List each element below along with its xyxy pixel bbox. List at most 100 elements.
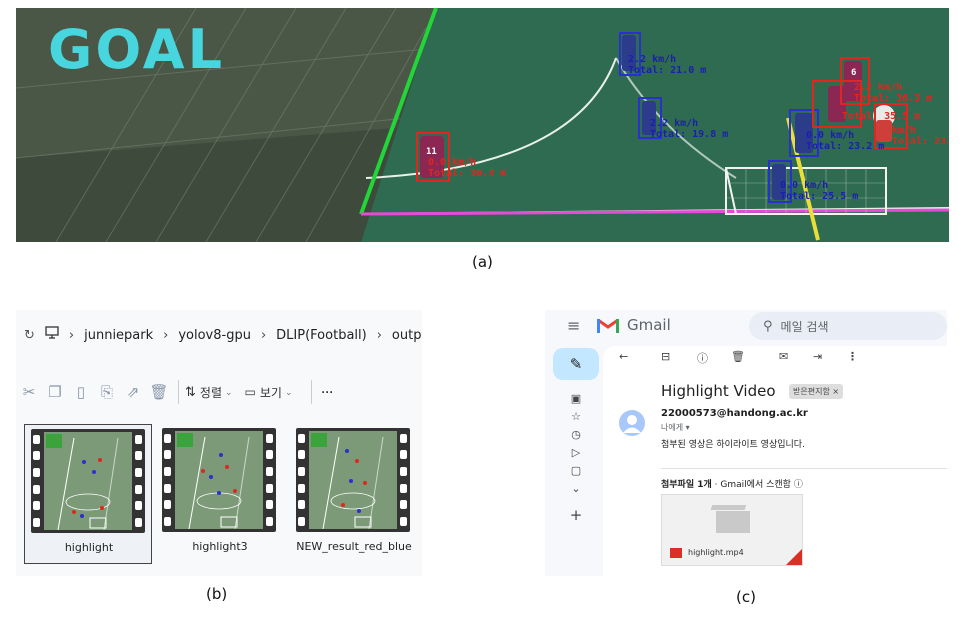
- track-total: Total: 23.2 m: [806, 141, 885, 152]
- track-total: Total: 25.5 m: [780, 191, 859, 202]
- avatar: [619, 410, 645, 436]
- send-icon[interactable]: ▷: [553, 446, 599, 460]
- gmail-window: ≡ Gmail ⚲ 메일 검색 ✎ ▣ ☆ ◷ ▷ ▢ ⌄ + ← ⊟ ⓘ 🗑 …: [545, 310, 947, 576]
- breadcrumb-item[interactable]: yolov8-gpu: [178, 328, 251, 343]
- divider: [661, 468, 947, 469]
- more-vert-icon[interactable]: ⋮: [847, 350, 858, 363]
- file-item[interactable]: NEW_result_red_blue: [290, 424, 418, 564]
- more-chevron-icon[interactable]: ⌄: [553, 482, 599, 496]
- cut-icon[interactable]: ✂: [16, 380, 42, 404]
- command-bar: ✂ ❐ ▯ ⎘ ⇗ 🗑 ⇅ 정렬 ⌄ ▭ 보기 ⌄ ···: [16, 372, 422, 412]
- info-icon[interactable]: ⓘ: [794, 480, 803, 490]
- refresh-icon[interactable]: ↻: [24, 328, 35, 343]
- delete-icon[interactable]: 🗑: [731, 350, 745, 363]
- track-total: Total: 36.3 m: [854, 93, 933, 104]
- rename-icon[interactable]: ⎘: [94, 380, 120, 404]
- chevron-right-icon: ›: [68, 327, 75, 343]
- attachment-name: highlight.mp4: [688, 548, 744, 557]
- draft-icon[interactable]: ▢: [553, 464, 599, 478]
- recipient-line[interactable]: 나에게 ▾: [661, 422, 690, 433]
- divider: [178, 380, 179, 404]
- search-icon: ⚲: [763, 318, 773, 334]
- back-arrow-icon[interactable]: ←: [619, 350, 628, 363]
- track-speed: 0.0 km/h: [428, 157, 477, 168]
- star-icon[interactable]: ☆: [553, 410, 599, 424]
- inbox-label-chip[interactable]: 받은편지함 ×: [789, 384, 844, 399]
- track-speed: 2.2 km/h: [628, 54, 677, 65]
- sort-icon: ⇅: [185, 384, 196, 399]
- sort-button[interactable]: ⇅ 정렬 ⌄: [185, 384, 233, 401]
- video-file-icon: [710, 505, 750, 533]
- view-icon: ▭: [244, 385, 256, 399]
- track-speed: 2.2 km/h: [650, 118, 699, 129]
- track-total: Total: 30.3 m: [428, 168, 507, 179]
- sender-email[interactable]: 22000573@handong.ac.kr: [661, 408, 808, 419]
- scan-status: Gmail에서 스캔함: [720, 480, 791, 490]
- track-speed: 2.2 km/h: [854, 82, 903, 93]
- track-total: Total: 19.8 m: [650, 129, 729, 140]
- menu-icon[interactable]: ≡: [567, 316, 583, 335]
- gmail-sidebar: ✎ ▣ ☆ ◷ ▷ ▢ ⌄ +: [553, 348, 599, 576]
- more-options-button[interactable]: ···: [322, 385, 334, 399]
- this-pc-icon[interactable]: [45, 326, 59, 344]
- report-spam-icon[interactable]: ⓘ: [697, 350, 708, 366]
- email-view: ← ⊟ ⓘ 🗑 ✉ ⇥ ⋮ Highlight Video 받은편지함 × 22…: [603, 346, 947, 576]
- recipient: 나에게: [661, 423, 684, 432]
- view-button[interactable]: ▭ 보기 ⌄: [245, 384, 293, 401]
- copy-icon[interactable]: ❐: [42, 380, 68, 404]
- clock-icon[interactable]: ◷: [553, 428, 599, 442]
- mark-unread-icon[interactable]: ✉: [779, 350, 788, 363]
- attachments-header: 첨부파일 1개 · Gmail에서 스캔함 ⓘ: [661, 480, 803, 490]
- paste-icon[interactable]: ▯: [68, 380, 94, 404]
- search-placeholder: 메일 검색: [780, 319, 829, 334]
- file-name: NEW_result_red_blue: [296, 540, 412, 553]
- file-item[interactable]: highlight: [24, 424, 152, 564]
- figure-label-a: (a): [472, 253, 493, 271]
- file-explorer-window: ↻ › junniepark › yolov8-gpu › DLIP(Footb…: [16, 310, 422, 576]
- figure-label-b: (b): [206, 585, 228, 603]
- goal-overlay-text: GOAL: [48, 18, 225, 81]
- delete-icon[interactable]: 🗑: [146, 380, 172, 404]
- divider: [310, 380, 312, 404]
- track-speed: km/h: [892, 125, 917, 136]
- inbox-icon[interactable]: ▣: [553, 392, 599, 406]
- video-thumbnail: [31, 429, 145, 533]
- track-label: km/h Total: 23.9: [892, 125, 949, 147]
- video-thumbnail: [162, 428, 276, 532]
- archive-icon[interactable]: ⊟: [661, 350, 670, 363]
- track-total: Total: 35.5 m: [842, 111, 921, 122]
- video-thumbnail: [296, 428, 410, 532]
- track-label: 0.0 km/h Total: 23.2 m: [806, 130, 884, 152]
- jersey-number: 6: [851, 68, 857, 78]
- chevron-down-icon: ⌄: [225, 386, 233, 397]
- gmail-app-name: Gmail: [627, 316, 671, 334]
- track-speed: 0.0 km/h: [780, 180, 829, 191]
- view-label: 보기: [259, 385, 282, 400]
- breadcrumb-item[interactable]: DLIP(Football): [276, 328, 367, 343]
- breadcrumb-item[interactable]: junniepark: [84, 328, 153, 343]
- track-label: 0.0 km/h Total: 30.3 m: [428, 157, 506, 179]
- attachment-count: 첨부파일 1개: [661, 480, 712, 490]
- chevron-right-icon: ›: [376, 327, 382, 343]
- track-label: 2.2 km/h Total: 21.0 m: [628, 54, 706, 76]
- share-icon[interactable]: ⇗: [120, 380, 146, 404]
- gmail-logo-icon: [597, 318, 619, 333]
- email-subject: Highlight Video: [661, 382, 776, 400]
- compose-button[interactable]: ✎: [553, 348, 599, 380]
- chevron-down-icon: ▾: [685, 423, 690, 432]
- track-label: 0.0 km/h Total: 25.5 m: [780, 180, 858, 202]
- add-label-icon[interactable]: +: [553, 508, 599, 523]
- track-speed: 0.0 km/h: [806, 130, 855, 141]
- figure-label-c: (c): [736, 588, 756, 606]
- file-name: highlight3: [192, 540, 248, 553]
- email-body: 첨부된 영상은 하이라이트 영상입니다.: [661, 440, 805, 450]
- football-tracking-frame: GOAL 11 6 2.2 km/h Total: 21.0 m 2.2 km/…: [16, 8, 949, 242]
- breadcrumb-item[interactable]: output_video: [392, 328, 422, 343]
- move-to-icon[interactable]: ⇥: [813, 350, 822, 363]
- search-input[interactable]: ⚲ 메일 검색: [749, 312, 947, 340]
- attachment-card[interactable]: highlight.mp4: [661, 494, 803, 566]
- address-bar[interactable]: ↻ › junniepark › yolov8-gpu › DLIP(Footb…: [16, 310, 422, 360]
- chevron-right-icon: ›: [260, 327, 267, 343]
- file-name: highlight: [64, 541, 114, 554]
- file-item[interactable]: highlight3: [156, 424, 284, 564]
